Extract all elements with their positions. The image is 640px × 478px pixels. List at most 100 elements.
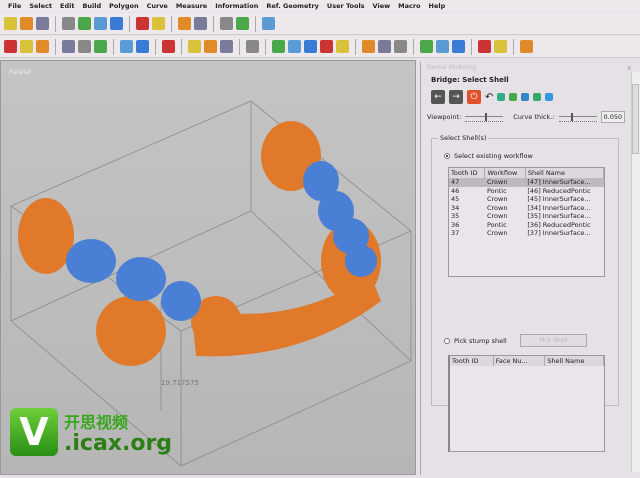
menu-measure[interactable]: Measure (176, 2, 207, 10)
panel-subtitle: Bridge: Select Shell (431, 76, 509, 84)
toolbar-tool-icon[interactable] (420, 40, 433, 53)
dimension-label: 19.717575 (161, 379, 199, 387)
undo-icon[interactable]: ↶ (485, 92, 493, 103)
table-row[interactable]: 47 Crown [47] InnerSurface... (449, 178, 604, 187)
column-header[interactable]: Tooth ID (450, 356, 494, 366)
text-icon[interactable] (533, 93, 542, 101)
menu-user-tools[interactable]: User Tools (327, 2, 365, 10)
toolbar-tool-icon[interactable] (36, 17, 49, 30)
toolbar-tool-icon[interactable] (494, 40, 507, 53)
toolbar-tool-icon[interactable] (194, 17, 207, 30)
select-existing-radio[interactable]: Select existing workflow (444, 152, 533, 160)
menu-ref-geometry[interactable]: Ref. Geometry (266, 2, 319, 10)
menu-curve[interactable]: Curve (147, 2, 168, 10)
toolbar-tool-icon[interactable] (246, 40, 259, 53)
toolbar-tool-icon[interactable] (304, 40, 317, 53)
dental-modeling-panel: Dental Modeling × Bridge: Select Shell ←… (420, 62, 640, 475)
toolbar-tool-icon[interactable] (320, 40, 333, 53)
menu-edit[interactable]: Edit (60, 2, 74, 10)
toolbar-separator (471, 38, 472, 55)
toolbar-tool-icon[interactable] (120, 40, 133, 53)
column-header[interactable]: Shell Name (525, 168, 605, 178)
menu-polygon[interactable]: Polygon (109, 2, 138, 10)
toolbar-tool-icon[interactable] (220, 40, 233, 53)
table-cell: [37] InnerSurface... (527, 229, 591, 238)
toolbar-tool-icon[interactable] (162, 40, 175, 53)
toolbar-tool-icon[interactable] (110, 17, 123, 30)
toolbar-tool-icon[interactable] (436, 40, 449, 53)
table-cell: 35 (451, 212, 460, 221)
scroll-thumb[interactable] (632, 84, 639, 154)
toolbar-tool-icon[interactable] (78, 17, 91, 30)
menu-macro[interactable]: Macro (398, 2, 420, 10)
shape-icon[interactable] (521, 93, 530, 101)
table-row[interactable]: 34 Crown [34] InnerSurface... (449, 204, 604, 213)
table-row[interactable]: 45 Crown [45] InnerSurface... (449, 195, 604, 204)
toolbar-tool-icon[interactable] (336, 40, 349, 53)
table-cell: Crown (486, 212, 508, 221)
stop-button[interactable]: ⏻ (467, 90, 481, 104)
watermark-logo: V (10, 408, 58, 456)
toolbar-tool-icon[interactable] (520, 40, 533, 53)
toolbar-tool-icon[interactable] (478, 40, 491, 53)
table-cell: Crown (486, 195, 508, 204)
table-cell: 36 (451, 220, 460, 229)
curve-thickness-slider[interactable] (558, 112, 597, 122)
toolbar-tool-icon[interactable] (94, 17, 107, 30)
toolbar-tool-icon[interactable] (262, 17, 275, 30)
toolbar-tool-icon[interactable] (378, 40, 391, 53)
toolbar-tool-icon[interactable] (36, 40, 49, 53)
view-icon[interactable] (497, 93, 506, 101)
viewpoint-slider[interactable] (465, 112, 504, 122)
toolbar-tool-icon[interactable] (94, 40, 107, 53)
rotate-icon[interactable] (509, 93, 518, 101)
toolbar-tool-icon[interactable] (136, 17, 149, 30)
close-icon[interactable]: × (626, 64, 632, 72)
watermark: V 开思视频 .icax.org (10, 408, 172, 456)
toolbar-tool-icon[interactable] (288, 40, 301, 53)
pick-stump-radio[interactable]: Pick stump shell (444, 337, 507, 345)
toolbar-tool-icon[interactable] (220, 17, 233, 30)
menu-select[interactable]: Select (29, 2, 52, 10)
table-row[interactable]: 35 Crown [35] InnerSurface... (449, 212, 604, 221)
table-row[interactable]: 37 Crown [37] InnerSurface... (449, 229, 604, 238)
column-header[interactable]: Shell Name (544, 356, 604, 366)
column-header[interactable]: Workflow (484, 168, 526, 178)
column-header[interactable]: Face Nu... (493, 356, 546, 366)
menu-view[interactable]: View (373, 2, 391, 10)
column-header[interactable]: Tooth ID (449, 168, 486, 178)
menu-build[interactable]: Build (82, 2, 101, 10)
toolbar-tool-icon[interactable] (20, 17, 33, 30)
table-row[interactable]: 36 Pontic [36] ReducedPontic (449, 221, 604, 230)
toolbar-tool-icon[interactable] (236, 17, 249, 30)
toolbar-tool-icon[interactable] (452, 40, 465, 53)
toolbar-secondary (0, 36, 640, 58)
curve-thickness-value[interactable]: 0.050 (600, 111, 626, 123)
menu-information[interactable]: Information (215, 2, 258, 10)
toolbar-tool-icon[interactable] (136, 40, 149, 53)
panel-scrollbar[interactable] (631, 72, 640, 472)
toolbar-tool-icon[interactable] (204, 40, 217, 53)
toolbar-tool-icon[interactable] (62, 17, 75, 30)
toolbar-tool-icon[interactable] (78, 40, 91, 53)
pick-shell-button[interactable]: Pick Shell (520, 334, 587, 347)
table-cell: 45 (451, 195, 460, 204)
toolbar-tool-icon[interactable] (20, 40, 33, 53)
toolbar-tool-icon[interactable] (62, 40, 75, 53)
toolbar-tool-icon[interactable] (272, 40, 285, 53)
toolbar-tool-icon[interactable] (4, 17, 17, 30)
toolbar-tool-icon[interactable] (394, 40, 407, 53)
next-button[interactable]: → (449, 90, 463, 104)
toolbar-tool-icon[interactable] (4, 40, 17, 53)
toolbar-tool-icon[interactable] (152, 17, 165, 30)
toolbar-tool-icon[interactable] (178, 17, 191, 30)
toolbar-tool-icon[interactable] (188, 40, 201, 53)
toolbar-separator (155, 38, 156, 55)
toolbar-tool-icon[interactable] (362, 40, 375, 53)
back-button[interactable]: ← (431, 90, 445, 104)
menu-help[interactable]: Help (429, 2, 446, 10)
cube-icon[interactable] (545, 93, 554, 101)
table-cell: [47] InnerSurface... (525, 178, 604, 187)
menu-file[interactable]: File (8, 2, 21, 10)
table-row[interactable]: 46 Pontic [46] ReducedPontic (449, 187, 604, 196)
